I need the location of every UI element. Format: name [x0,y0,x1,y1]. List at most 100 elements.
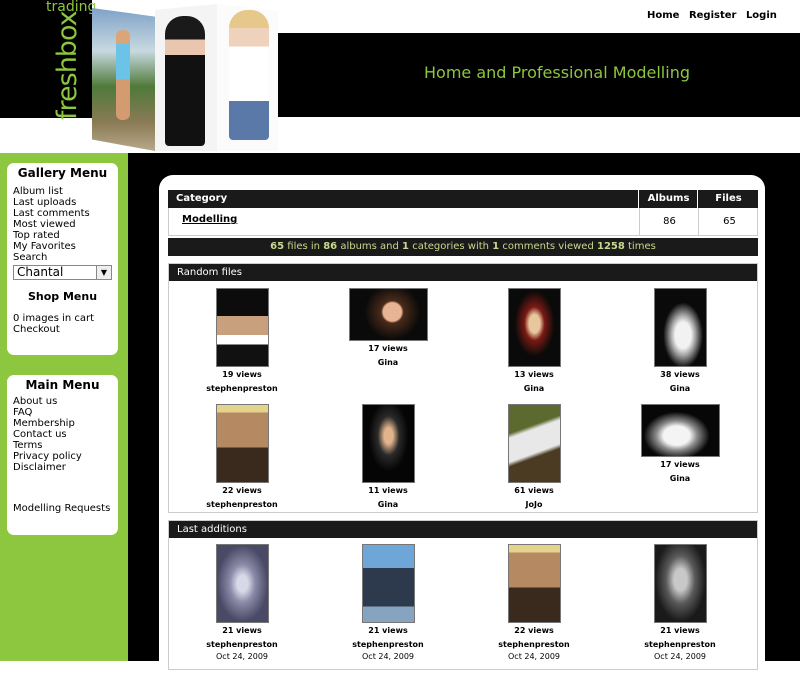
thumb-views: 19 views [222,370,262,379]
thumbnail-image[interactable] [507,404,561,483]
thumb-views: 17 views [660,460,700,469]
last-addition-item[interactable]: 21 views stephenpreston Oct 24, 2009 [607,544,753,662]
thumb-user[interactable]: stephenpreston [315,639,461,651]
logo[interactable]: trading freshbox [0,0,96,120]
last-comments-link[interactable]: Last comments [7,208,118,219]
thumb-views: 17 views [368,344,408,353]
thumb-date: Oct 24, 2009 [508,652,560,661]
terms-link[interactable]: Terms [7,440,118,451]
header-photo-1 [92,8,155,151]
albums-header: Albums [638,190,698,208]
random-file-item[interactable]: 38 views Gina [607,288,753,395]
thumb-user[interactable]: Gina [461,383,607,395]
random-files-title: Random files [169,264,757,281]
top-rated-link[interactable]: Top rated [7,230,118,241]
album-select[interactable]: Chantal ▼ [13,265,112,280]
home-link[interactable]: Home [647,10,679,21]
modelling-requests-link[interactable]: Modelling Requests [7,503,118,514]
last-addition-item[interactable]: 21 views stephenpreston Oct 24, 2009 [169,544,315,662]
thumb-user[interactable]: Gina [315,499,461,511]
last-additions-title: Last additions [169,521,757,538]
most-viewed-link[interactable]: Most viewed [7,219,118,230]
random-files-section: Random files 19 views stephenpreston 17 … [168,263,758,513]
gallery-menu: Gallery Menu Album list Last uploads Las… [7,163,118,355]
random-file-item[interactable]: 19 views stephenpreston [169,288,315,395]
header-photo-3 [217,4,278,151]
shop-menu-title: Shop Menu [27,290,98,303]
last-addition-item[interactable]: 22 views stephenpreston Oct 24, 2009 [461,544,607,662]
last-addition-item[interactable]: 21 views stephenpreston Oct 24, 2009 [315,544,461,662]
checkout-link[interactable]: Checkout [7,324,118,335]
contact-us-link[interactable]: Contact us [7,429,118,440]
album-list-link[interactable]: Album list [7,186,118,197]
thumb-views: 21 views [660,626,700,635]
thumb-views: 22 views [514,626,554,635]
thumb-user[interactable]: Gina [607,383,753,395]
site-slogan: Home and Professional Modelling [424,63,690,82]
disclaimer-link[interactable]: Disclaimer [7,462,118,473]
privacy-policy-link[interactable]: Privacy policy [7,451,118,462]
files-header: Files [697,190,759,208]
category-header: Category [176,193,228,204]
thumb-user[interactable]: stephenpreston [607,639,753,651]
thumb-date: Oct 24, 2009 [654,652,706,661]
thumbnail-image[interactable] [507,544,561,623]
thumbnail-image[interactable] [653,288,707,367]
thumbnail-image[interactable] [653,544,707,623]
thumb-date: Oct 24, 2009 [362,652,414,661]
thumb-user[interactable]: JoJo [461,499,607,511]
thumb-user[interactable]: stephenpreston [169,639,315,651]
thumbnail-image[interactable] [361,404,415,483]
thumbnail-image[interactable] [507,288,561,367]
chevron-down-icon[interactable]: ▼ [96,266,111,279]
thumbnail-image[interactable] [215,288,269,367]
membership-link[interactable]: Membership [7,418,118,429]
category-files-count: 65 [698,208,760,235]
thumb-user[interactable]: stephenpreston [169,383,315,395]
thumb-date: Oct 24, 2009 [216,652,268,661]
thumb-user[interactable]: stephenpreston [169,499,315,511]
thumb-views: 11 views [368,486,408,495]
thumb-views: 13 views [514,370,554,379]
thumbnail-image[interactable] [640,404,720,457]
my-favorites-link[interactable]: My Favorites [7,241,118,252]
thumbnail-image[interactable] [361,544,415,623]
category-albums-count: 86 [639,208,699,235]
header-photo-2 [155,4,217,151]
register-link[interactable]: Register [689,10,737,21]
category-row: Modelling 86 65 [168,208,758,236]
category-link[interactable]: Modelling [182,214,237,225]
thumb-user[interactable]: Gina [607,473,753,485]
main-menu-title: Main Menu [25,378,100,392]
random-file-item[interactable]: 61 views JoJo [461,404,607,511]
logo-freshbox-text: freshbox [52,11,83,120]
thumbnail-image[interactable] [348,288,428,341]
random-file-item[interactable]: 17 views Gina [607,404,753,485]
thumb-views: 21 views [222,626,262,635]
category-table-header: Category Albums Files [168,190,758,208]
thumb-views: 21 views [368,626,408,635]
main-menu: Main Menu About us FAQ Membership Contac… [7,375,118,535]
gallery-menu-title: Gallery Menu [17,166,108,180]
last-uploads-link[interactable]: Last uploads [7,197,118,208]
random-file-item[interactable]: 17 views Gina [315,288,461,369]
about-us-link[interactable]: About us [7,396,118,407]
thumb-views: 22 views [222,486,262,495]
gallery-stats: 65 files in 86 albums and 1 categories w… [168,238,758,256]
thumb-user[interactable]: Gina [315,357,461,369]
faq-link[interactable]: FAQ [7,407,118,418]
top-links: Home Register Login [647,10,783,21]
thumb-user[interactable]: stephenpreston [461,639,607,651]
thumb-views: 61 views [514,486,554,495]
thumbnail-image[interactable] [215,544,269,623]
thumb-views: 38 views [660,370,700,379]
search-link[interactable]: Search [7,252,118,263]
last-additions-section: Last additions 21 views stephenpreston O… [168,520,758,670]
cart-link[interactable]: 0 images in cart [7,313,118,324]
random-file-item[interactable]: 22 views stephenpreston [169,404,315,511]
thumbnail-image[interactable] [215,404,269,483]
header: trading freshbox Home and Professional M… [0,0,800,153]
login-link[interactable]: Login [746,10,777,21]
random-file-item[interactable]: 13 views Gina [461,288,607,395]
random-file-item[interactable]: 11 views Gina [315,404,461,511]
